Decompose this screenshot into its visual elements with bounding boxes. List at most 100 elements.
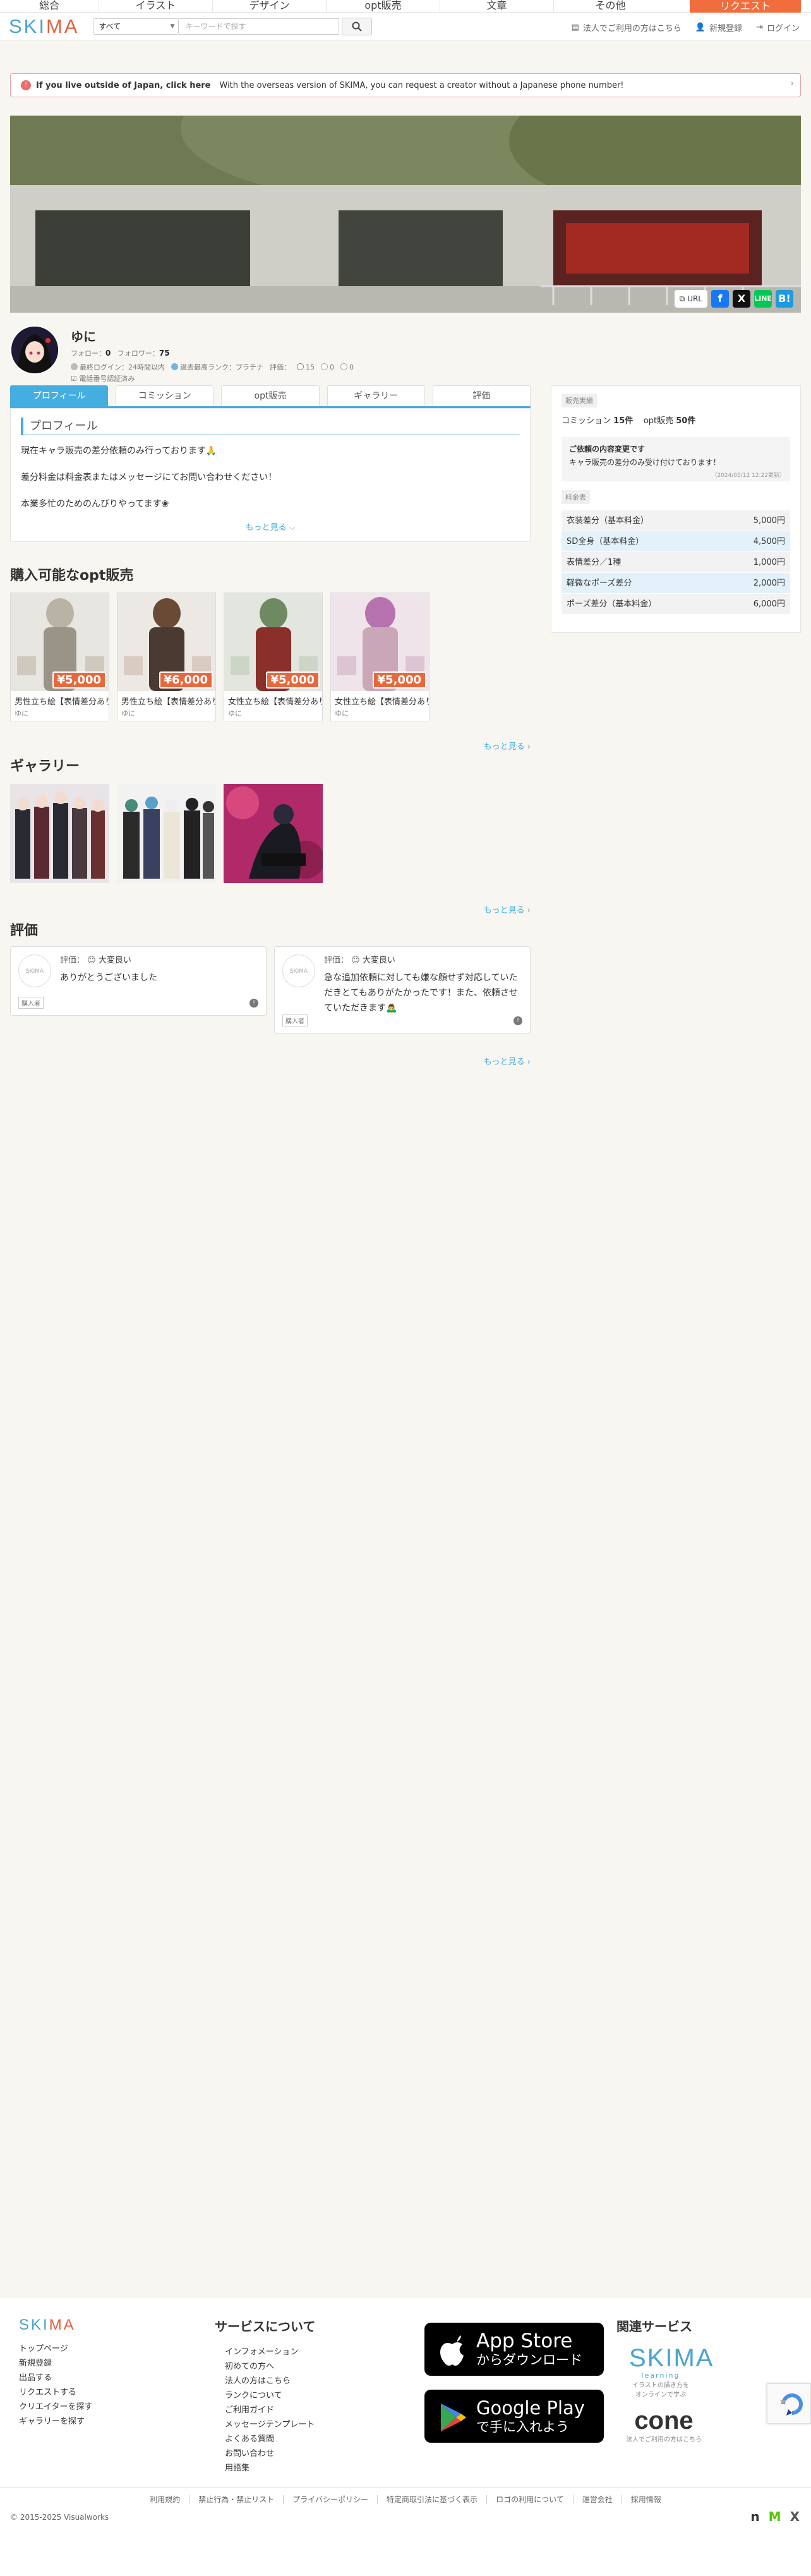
- nav-category-illust[interactable]: イラスト: [99, 0, 212, 12]
- opt-product-list: ¥5,000 男性立ち絵【表情差分あり】 ゆに ¥6,000 男性立ち絵【表情差…: [10, 593, 430, 721]
- profile-name: ゆに: [71, 329, 96, 344]
- product-author: ゆに: [121, 709, 135, 718]
- search-button[interactable]: [342, 17, 373, 35]
- product-image: ¥5,000: [224, 593, 322, 691]
- footer-link[interactable]: 新規登録: [19, 2356, 92, 2371]
- category-select[interactable]: すべて ▼: [93, 18, 179, 35]
- follow-stats: フォロー：0 フォロワー：75: [71, 349, 170, 358]
- sales-sidebar: 販売実績 コミッション 15件 opt販売 50件 ご依頼の内容変更です キャラ…: [551, 385, 801, 633]
- product-card[interactable]: ¥5,000 女性立ち絵【表情差分あり】 ゆに: [224, 593, 323, 721]
- cone-link[interactable]: cone 法人でご利用の方はこちら: [616, 2407, 711, 2443]
- nav-category-other[interactable]: その他: [553, 0, 667, 12]
- qiita-icon[interactable]: M: [769, 2509, 781, 2524]
- tab-profile[interactable]: プロフィール: [10, 385, 109, 407]
- footer-link[interactable]: クリエイターを探す: [19, 2400, 92, 2414]
- phone-verified: ☑ 電話番号認証済み: [71, 375, 135, 383]
- profile-more-link[interactable]: もっと見る ⌵: [11, 521, 530, 533]
- info-icon[interactable]: !: [514, 1016, 522, 1025]
- gallery-more-link[interactable]: もっと見る ›: [484, 903, 531, 915]
- price-tag: ¥6,000: [159, 671, 213, 689]
- footer-link[interactable]: ロゴの利用について: [487, 2495, 574, 2504]
- follow-count[interactable]: 0: [105, 349, 111, 358]
- footer-link[interactable]: インフォメーション: [225, 2345, 315, 2359]
- register-link[interactable]: 👤 新規登録: [695, 21, 742, 33]
- product-card[interactable]: ¥5,000 男性立ち絵【表情差分あり】 ゆに: [10, 593, 109, 721]
- footer-link[interactable]: ランクについて: [225, 2388, 315, 2403]
- footer-link[interactable]: 用語集: [225, 2461, 315, 2476]
- product-name: 女性立ち絵【表情差分あり】: [335, 697, 429, 707]
- product-image: ¥6,000: [117, 593, 215, 691]
- gallery-list: [10, 784, 323, 883]
- review-list: SKIMA 評価： ☺ 大変良い ありがとうございました 購入者 ! SKIMA…: [10, 946, 531, 1033]
- footer-link[interactable]: 運営会社: [574, 2495, 622, 2504]
- nav-category-design[interactable]: デザイン: [212, 0, 326, 12]
- tab-opt[interactable]: opt販売: [221, 385, 320, 407]
- footer-link[interactable]: 禁止行為・禁止リスト: [189, 2495, 284, 2504]
- footer-logo[interactable]: SKIMA: [19, 2316, 92, 2334]
- nav-category-all[interactable]: 総合: [0, 0, 99, 12]
- footer-link[interactable]: 法人の方はこちら: [225, 2374, 315, 2388]
- profile-box: プロフィール 現在キャラ販売の差分依頼のみ行っております🙏 差分料金は料金表また…: [10, 408, 531, 542]
- nav-category-opt[interactable]: opt販売: [326, 0, 440, 12]
- footer-link[interactable]: お問い合わせ: [225, 2447, 315, 2461]
- nav-category-text[interactable]: 文章: [440, 0, 553, 12]
- request-button[interactable]: リクエスト: [690, 0, 801, 14]
- footer-link[interactable]: よくある質問: [225, 2432, 315, 2447]
- tab-gallery[interactable]: ギャラリー: [327, 385, 425, 407]
- copy-url-button[interactable]: ⧉ URL: [674, 290, 707, 308]
- buyer-badge: 購入者: [18, 997, 44, 1009]
- search-input[interactable]: キーワードで探す: [179, 18, 340, 35]
- login-link[interactable]: ⇥ ログイン: [756, 21, 800, 33]
- footer-link[interactable]: 初めての方へ: [225, 2359, 315, 2374]
- chevron-right-icon: ›: [790, 79, 794, 88]
- footer-link[interactable]: メッセージテンプレート: [225, 2417, 315, 2432]
- category-nav: 総合 イラスト デザイン opt販売 文章 その他 リクエスト: [0, 0, 811, 14]
- note-icon[interactable]: n: [750, 2509, 759, 2524]
- facebook-share-icon[interactable]: f: [711, 290, 729, 308]
- overseas-banner[interactable]: ! If you live outside of Japan, click he…: [10, 73, 801, 97]
- gallery-item[interactable]: [224, 784, 323, 883]
- sales-label: 販売実績: [562, 394, 597, 407]
- footer-link[interactable]: トップページ: [19, 2342, 92, 2356]
- price-row: 衣装差分（基本料金） 5,000円: [562, 510, 790, 531]
- opt-more-link[interactable]: もっと見る ›: [484, 740, 531, 752]
- footer-link[interactable]: ギャラリーを探す: [19, 2414, 92, 2429]
- recaptcha-badge[interactable]: [767, 2383, 811, 2424]
- info-icon[interactable]: !: [249, 999, 258, 1008]
- apple-icon: [440, 2335, 464, 2366]
- footer-link[interactable]: 採用情報: [622, 2495, 670, 2504]
- footer-link[interactable]: ご利用ガイド: [225, 2403, 315, 2417]
- product-card[interactable]: ¥5,000 女性立ち絵【表情差分あり】 ゆに: [330, 593, 430, 721]
- footer-link[interactable]: プライバシーポリシー: [284, 2495, 378, 2504]
- footer-link[interactable]: 利用規約: [141, 2495, 190, 2504]
- x-share-icon[interactable]: X: [733, 290, 750, 308]
- reviews-more-link[interactable]: もっと見る ›: [484, 1055, 531, 1067]
- profile-text-1: 現在キャラ販売の差分依頼のみ行っております🙏: [21, 446, 217, 456]
- gallery-item[interactable]: [10, 784, 109, 883]
- price-tag: ¥5,000: [265, 671, 320, 689]
- footer-link[interactable]: 特定商取引法に基づく表示: [378, 2495, 488, 2504]
- site-logo[interactable]: SKIMA: [9, 15, 79, 38]
- hatena-share-icon[interactable]: B!: [776, 290, 793, 308]
- footer-service-title: サービスについて: [215, 2319, 316, 2334]
- review-card: SKIMA 評価： ☺ 大変良い ありがとうございました 購入者 !: [10, 946, 267, 1016]
- tab-reviews[interactable]: 評価: [432, 385, 531, 407]
- product-card[interactable]: ¥6,000 男性立ち絵【表情差分あり】 ゆに: [117, 593, 216, 721]
- line-share-icon[interactable]: LINE: [754, 290, 772, 308]
- footer-link[interactable]: リクエストする: [19, 2385, 92, 2400]
- profile-tabs: プロフィール コミッション opt販売 ギャラリー 評価: [10, 385, 531, 407]
- gallery-item[interactable]: [117, 784, 216, 883]
- rank-icon: [171, 363, 178, 370]
- footer-link[interactable]: 出品する: [19, 2371, 92, 2385]
- app-store-button[interactable]: App Store からダウンロード: [424, 2323, 604, 2376]
- skima-learning-link[interactable]: SKIMA learning イラストの描き方を オンラインで学ぶ: [629, 2345, 712, 2398]
- tab-commission[interactable]: コミッション: [116, 385, 214, 407]
- google-play-button[interactable]: Google Play で手に入れよう: [424, 2390, 604, 2443]
- follower-count[interactable]: 75: [159, 349, 170, 358]
- copyright: © 2015-2025 Visualworks: [10, 2513, 109, 2522]
- corporate-link[interactable]: ▤ 法人でご利用の方はこちら: [572, 21, 682, 33]
- price-label: 料金表: [562, 490, 590, 504]
- product-image: ¥5,000: [331, 593, 429, 691]
- x-icon[interactable]: X: [790, 2509, 800, 2524]
- related-title: 関連サービス: [616, 2319, 692, 2334]
